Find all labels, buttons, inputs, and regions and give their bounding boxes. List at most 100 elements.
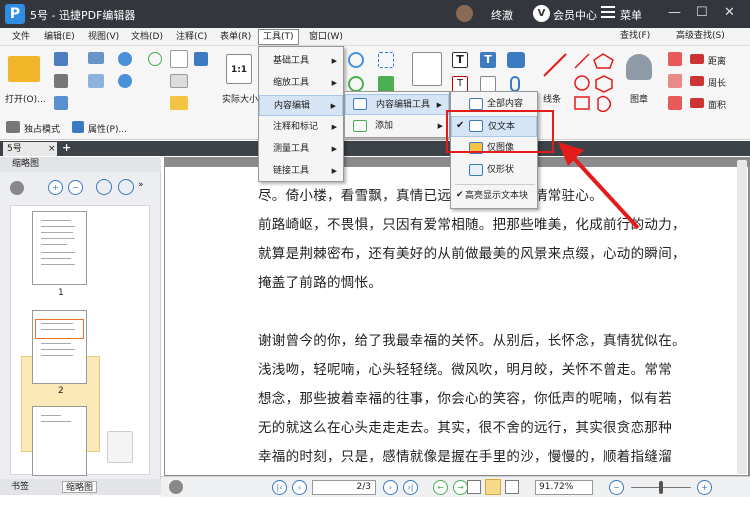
- perimeter-button[interactable]: 周长: [708, 76, 726, 89]
- vertical-scrollbar[interactable]: [737, 160, 747, 474]
- settings-gear-icon[interactable]: [169, 480, 183, 494]
- menu-tools[interactable]: 工具(T): [258, 29, 299, 45]
- select-area-icon[interactable]: [378, 52, 394, 68]
- document-line[interactable]: 幸福的时刻，只是，感情就像是握在手里的沙，慢慢的，顺着指缝溜: [258, 445, 672, 465]
- avatar[interactable]: [456, 5, 473, 22]
- exclusive-mode-icon[interactable]: [6, 121, 20, 133]
- last-page-icon[interactable]: ›|: [403, 480, 418, 495]
- zoom-slider-handle[interactable]: [659, 481, 663, 494]
- line-tool-button[interactable]: 线条: [543, 92, 561, 105]
- actual-size-icon[interactable]: 1:1: [226, 54, 252, 84]
- new-tab-icon[interactable]: +: [62, 141, 71, 154]
- document-icon[interactable]: [54, 96, 68, 110]
- document-line[interactable]: 掩盖了前路的惆怅。: [258, 271, 382, 291]
- actual-size-button[interactable]: 实际大小: [222, 92, 258, 105]
- textbox-icon[interactable]: T: [452, 76, 468, 92]
- properties-button[interactable]: 属性(P)...: [88, 122, 127, 135]
- camera-icon[interactable]: [194, 52, 208, 66]
- menu-form[interactable]: 表单(R): [216, 29, 255, 45]
- document-line[interactable]: 谢谢曾今的你，给了我最幸福的关怀。从别后，长怀念，真情犹似在。: [258, 329, 686, 349]
- zoom-in-icon[interactable]: +: [697, 480, 712, 495]
- comment-icon[interactable]: [507, 52, 525, 68]
- select-text-icon[interactable]: [170, 74, 188, 88]
- shape-tools[interactable]: [573, 52, 633, 112]
- edit-content-icon[interactable]: [412, 52, 442, 86]
- open-folder-icon[interactable]: [8, 56, 40, 82]
- find-button[interactable]: 查找(F): [620, 28, 650, 44]
- snapshot-icon[interactable]: [170, 96, 188, 110]
- distance-button[interactable]: 距离: [708, 54, 726, 67]
- document-line[interactable]: 无的就这么在心头走走走去。其实，很不舍的远行，其实很贪恋那种: [258, 416, 672, 436]
- menu-item-link-tools[interactable]: 链接工具 ▶: [259, 161, 343, 182]
- exclusive-mode-button[interactable]: 独占模式: [24, 122, 60, 135]
- highlight-icon[interactable]: [668, 96, 682, 110]
- menu-item-zoom-tools[interactable]: 缩放工具 ▶: [259, 73, 343, 94]
- menu-view[interactable]: 视图(V): [84, 29, 123, 45]
- tab-thumbnails[interactable]: 缩略图: [62, 481, 98, 493]
- area-icon[interactable]: [690, 98, 704, 108]
- menu-item-basic-tools[interactable]: 基础工具 ▶: [259, 51, 343, 72]
- more-options-icon[interactable]: »: [138, 180, 144, 190]
- rotate-right-icon[interactable]: [118, 179, 134, 195]
- stamp-button[interactable]: 图章: [630, 92, 648, 105]
- thumbnail-list[interactable]: 1 2: [10, 205, 150, 476]
- maximize-icon[interactable]: ☐: [696, 5, 708, 20]
- advanced-find-button[interactable]: 高级查找(S): [676, 28, 725, 44]
- menu-item-shape-only[interactable]: 仅形状: [451, 160, 537, 181]
- print-icon[interactable]: [54, 74, 68, 88]
- text-tool-icon[interactable]: T: [480, 52, 496, 68]
- menu-window[interactable]: 窗口(W): [305, 29, 347, 45]
- tab-close-icon[interactable]: ×: [48, 142, 56, 156]
- menu-icon[interactable]: [601, 6, 615, 20]
- back-icon[interactable]: [148, 52, 162, 66]
- pencil-icon[interactable]: [668, 52, 682, 66]
- menu-item-content-edit[interactable]: 内容编辑 ▶: [259, 95, 343, 116]
- callout-icon[interactable]: [480, 76, 496, 92]
- area-button[interactable]: 面积: [708, 98, 726, 111]
- thumbnail-page-3[interactable]: [32, 406, 87, 476]
- line-icon[interactable]: [542, 52, 568, 78]
- open-button[interactable]: 打开(O)...: [5, 92, 46, 105]
- tab-bookmarks[interactable]: 书签: [8, 481, 32, 493]
- menu-file[interactable]: 文件: [8, 29, 34, 45]
- typewriter-icon[interactable]: T: [452, 52, 468, 68]
- properties-icon[interactable]: [72, 121, 84, 133]
- zoom-out-icon[interactable]: −: [609, 480, 624, 495]
- user-name[interactable]: 终澈: [491, 7, 513, 23]
- next-page-icon[interactable]: ›: [383, 480, 398, 495]
- thumbnail-page-2[interactable]: [32, 310, 87, 384]
- menu-document[interactable]: 文档(D): [127, 29, 167, 45]
- single-page-icon[interactable]: [467, 480, 481, 494]
- add-text-icon[interactable]: [378, 76, 394, 92]
- menu-item-highlight-text-blocks[interactable]: 高亮显示文本块: [451, 186, 537, 207]
- save-icon[interactable]: [54, 52, 68, 66]
- document-line[interactable]: 浅浅吻，轻呢喃，心头轻轻绕。微风吹，明月皎，关怀不曾走。常常: [258, 358, 672, 378]
- menu-comment[interactable]: 注释(C): [172, 29, 211, 45]
- rotate-icon[interactable]: [348, 76, 364, 92]
- document-line[interactable]: 就算是荆棘密布，还有美好的从前做最美的风景来点缀，心动的瞬间，: [258, 242, 686, 262]
- zoom-out-icon[interactable]: −: [68, 180, 83, 195]
- redo-icon[interactable]: [118, 74, 132, 88]
- zoom-in-icon[interactable]: +: [48, 180, 63, 195]
- menu-edit[interactable]: 编辑(E): [40, 29, 79, 45]
- minimize-icon[interactable]: —: [668, 5, 681, 20]
- hand-tool-icon[interactable]: [170, 50, 188, 68]
- forward-view-icon[interactable]: →: [453, 480, 468, 495]
- eraser-icon[interactable]: [668, 74, 682, 88]
- close-icon[interactable]: ✕: [724, 5, 735, 20]
- rotate-left-icon[interactable]: [96, 179, 112, 195]
- facing-page-icon[interactable]: [505, 480, 519, 494]
- previous-page-icon[interactable]: ‹: [292, 480, 307, 495]
- vip-center-link[interactable]: 会员中心: [553, 7, 597, 23]
- distance-icon[interactable]: [690, 54, 704, 64]
- document-line[interactable]: 想念，那些披着幸福的往事，你会心的笑容，你低声的呢喃，似有若: [258, 387, 672, 407]
- zoom-icon[interactable]: [348, 52, 364, 68]
- zoom-level-select[interactable]: 91.72%: [535, 480, 593, 495]
- vip-icon[interactable]: V: [533, 5, 550, 22]
- page-number-input[interactable]: 2/3: [312, 480, 376, 495]
- back-view-icon[interactable]: ←: [433, 480, 448, 495]
- mail-icon[interactable]: [88, 52, 104, 64]
- tab-document[interactable]: 5号 ×: [3, 142, 57, 156]
- first-page-icon[interactable]: |‹: [272, 480, 287, 495]
- thumbnail-page-1[interactable]: [32, 211, 87, 285]
